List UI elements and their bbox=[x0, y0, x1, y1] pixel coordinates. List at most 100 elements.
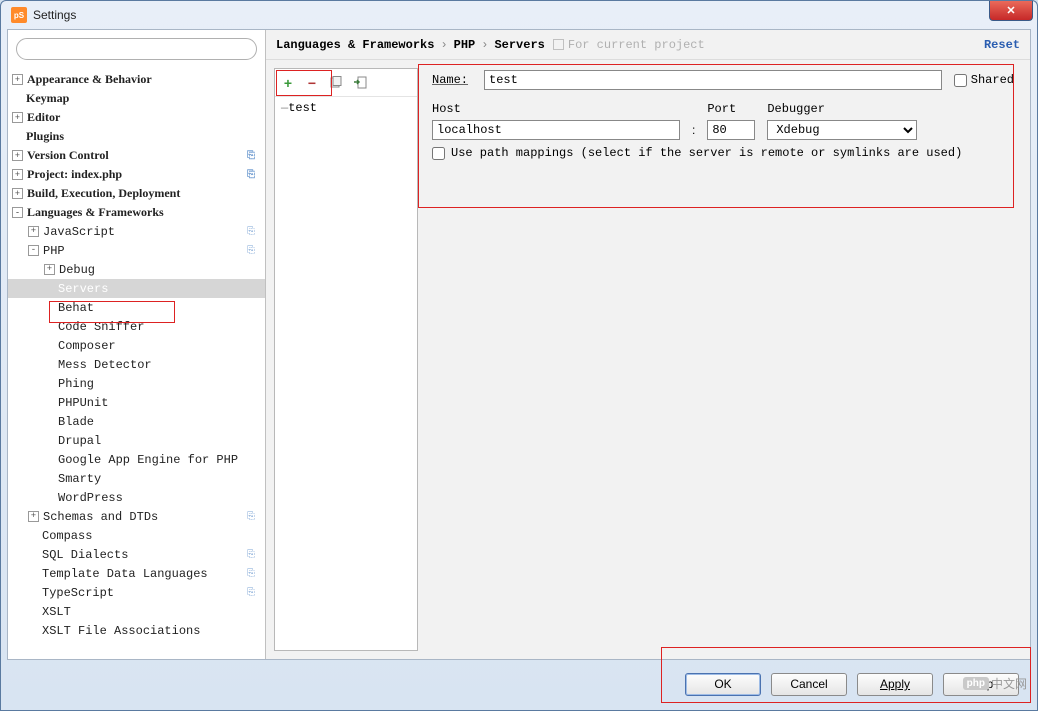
tree-item-typescript[interactable]: TypeScript⎘ bbox=[8, 583, 265, 602]
remove-server-button[interactable]: − bbox=[303, 74, 321, 92]
tree-item-phpunit[interactable]: PHPUnit bbox=[8, 393, 265, 412]
chevron-right-icon: › bbox=[481, 38, 488, 52]
tree-item-behat[interactable]: Behat bbox=[8, 298, 265, 317]
tree-item-php[interactable]: -PHP⎘ bbox=[8, 241, 265, 260]
tree-item-code-sniffer[interactable]: Code Sniffer bbox=[8, 317, 265, 336]
tree-item-label: Servers bbox=[58, 282, 108, 296]
tree-item-label: Plugins bbox=[26, 129, 64, 144]
expand-icon[interactable]: + bbox=[12, 150, 23, 161]
settings-window: pS Settings ✕ +Appearance & Behavior Keym… bbox=[0, 0, 1038, 711]
tree-item-project-index-php[interactable]: + Project: index.php ⎘ bbox=[8, 165, 265, 184]
tree-item-label: Google App Engine for PHP bbox=[58, 453, 238, 467]
server-list-panel: + − —test bbox=[274, 68, 418, 651]
tree-item-label: PHP bbox=[43, 244, 65, 258]
tree-item-appearance-behavior[interactable]: +Appearance & Behavior bbox=[8, 70, 265, 89]
server-name-input[interactable] bbox=[484, 70, 942, 90]
collapse-icon[interactable]: - bbox=[12, 207, 23, 218]
tree-item-drupal[interactable]: Drupal bbox=[8, 431, 265, 450]
debugger-label: Debugger bbox=[767, 102, 917, 116]
project-scope-hint: For current project bbox=[553, 38, 705, 52]
tree-item-phing[interactable]: Phing bbox=[8, 374, 265, 393]
tree-item-label: JavaScript bbox=[43, 225, 115, 239]
expand-icon[interactable]: + bbox=[12, 169, 23, 180]
shared-checkbox[interactable] bbox=[954, 74, 967, 87]
close-icon: ✕ bbox=[1006, 4, 1015, 17]
dialog-footer: OK Cancel Apply Help bbox=[7, 664, 1031, 704]
reset-link[interactable]: Reset bbox=[984, 38, 1020, 52]
path-mappings-checkbox[interactable] bbox=[432, 147, 445, 160]
server-icon: — bbox=[281, 101, 286, 115]
tree-item-label: Code Sniffer bbox=[58, 320, 144, 334]
tree-item-editor[interactable]: + Editor bbox=[8, 108, 265, 127]
tree-item-xslt[interactable]: XSLT bbox=[8, 602, 265, 621]
tree-item-sql-dialects[interactable]: SQL Dialects ⎘ bbox=[8, 545, 265, 564]
tree-item-composer[interactable]: Composer bbox=[8, 336, 265, 355]
tree-item-label: PHPUnit bbox=[58, 396, 108, 410]
window-close-button[interactable]: ✕ bbox=[989, 1, 1033, 21]
host-label: Host bbox=[432, 102, 680, 116]
project-scope-icon: ⎘ bbox=[247, 568, 259, 580]
crumb-root[interactable]: Languages & Frameworks bbox=[276, 38, 434, 52]
tree-item-compass[interactable]: Compass bbox=[8, 526, 265, 545]
tree-item-schemas-and-dtds[interactable]: +Schemas and DTDs⎘ bbox=[8, 507, 265, 526]
tree-item-label: Project: index.php bbox=[27, 167, 122, 182]
expand-icon[interactable]: + bbox=[12, 188, 23, 199]
ok-button[interactable]: OK bbox=[685, 673, 761, 696]
server-list-item[interactable]: —test bbox=[275, 99, 417, 117]
crumb-php[interactable]: PHP bbox=[454, 38, 476, 52]
project-scope-icon: ⎘ bbox=[247, 169, 259, 181]
server-list[interactable]: —test bbox=[275, 97, 417, 650]
port-label: Port bbox=[707, 102, 755, 116]
search-input[interactable] bbox=[16, 38, 257, 60]
tree-item-xslt-file-associations[interactable]: XSLT File Associations bbox=[8, 621, 265, 640]
tree-item-plugins[interactable]: Plugins bbox=[8, 127, 265, 146]
settings-tree[interactable]: +Appearance & BehaviorKeymap+EditorPlugi… bbox=[8, 66, 265, 659]
add-server-button[interactable]: + bbox=[279, 74, 297, 92]
tree-item-label: Version Control bbox=[27, 148, 109, 163]
tree-item-languages-frameworks[interactable]: -Languages & Frameworks bbox=[8, 203, 265, 222]
tree-item-label: Schemas and DTDs bbox=[43, 510, 158, 524]
watermark-logo: php bbox=[963, 677, 989, 690]
crumb-servers[interactable]: Servers bbox=[494, 38, 544, 52]
tree-item-template-data-languages[interactable]: Template Data Languages⎘ bbox=[8, 564, 265, 583]
project-scope-icon: ⎘ bbox=[247, 549, 259, 561]
expand-icon[interactable]: + bbox=[44, 264, 55, 275]
collapse-icon[interactable]: - bbox=[28, 245, 39, 256]
tree-item-build-execution-deployment[interactable]: +Build, Execution, Deployment bbox=[8, 184, 265, 203]
tree-item-servers[interactable]: Servers bbox=[8, 279, 265, 298]
tree-item-debug[interactable]: +Debug bbox=[8, 260, 265, 279]
tree-item-google-app-engine-for-php[interactable]: Google App Engine for PHP bbox=[8, 450, 265, 469]
watermark-text: 中文网 bbox=[991, 675, 1027, 692]
tree-item-label: Composer bbox=[58, 339, 116, 353]
expand-icon[interactable]: + bbox=[12, 74, 23, 85]
tree-item-label: Compass bbox=[42, 529, 92, 543]
tree-item-version-control[interactable]: +Version Control⎘ bbox=[8, 146, 265, 165]
expand-icon[interactable]: + bbox=[28, 226, 39, 237]
tree-item-label: Drupal bbox=[58, 434, 101, 448]
expand-icon[interactable]: + bbox=[28, 511, 39, 522]
name-label: Name: bbox=[432, 73, 476, 87]
tree-item-keymap[interactable]: Keymap bbox=[8, 89, 265, 108]
import-server-button[interactable] bbox=[351, 74, 369, 92]
port-input[interactable] bbox=[707, 120, 755, 140]
titlebar[interactable]: pS Settings ✕ bbox=[1, 1, 1037, 29]
tree-item-label: Languages & Frameworks bbox=[27, 205, 164, 220]
tree-item-smarty[interactable]: Smarty bbox=[8, 469, 265, 488]
host-input[interactable] bbox=[432, 120, 680, 140]
tree-item-label: Editor bbox=[27, 110, 60, 125]
cancel-button[interactable]: Cancel bbox=[771, 673, 847, 696]
tree-item-label: SQL Dialects bbox=[42, 548, 128, 562]
server-toolbar: + − bbox=[275, 69, 417, 97]
copy-server-button[interactable] bbox=[327, 74, 345, 92]
tree-item-label: Keymap bbox=[26, 91, 69, 106]
path-mappings-label: Use path mappings (select if the server … bbox=[451, 146, 962, 160]
content-area: +Appearance & BehaviorKeymap+EditorPlugi… bbox=[7, 29, 1031, 660]
tree-item-wordpress[interactable]: WordPress bbox=[8, 488, 265, 507]
tree-item-javascript[interactable]: +JavaScript⎘ bbox=[8, 222, 265, 241]
tree-item-blade[interactable]: Blade bbox=[8, 412, 265, 431]
apply-button[interactable]: Apply bbox=[857, 673, 933, 696]
tree-item-label: Behat bbox=[58, 301, 94, 315]
tree-item-mess-detector[interactable]: Mess Detector bbox=[8, 355, 265, 374]
expand-icon[interactable]: + bbox=[12, 112, 23, 123]
debugger-select[interactable]: Xdebug bbox=[767, 120, 917, 140]
